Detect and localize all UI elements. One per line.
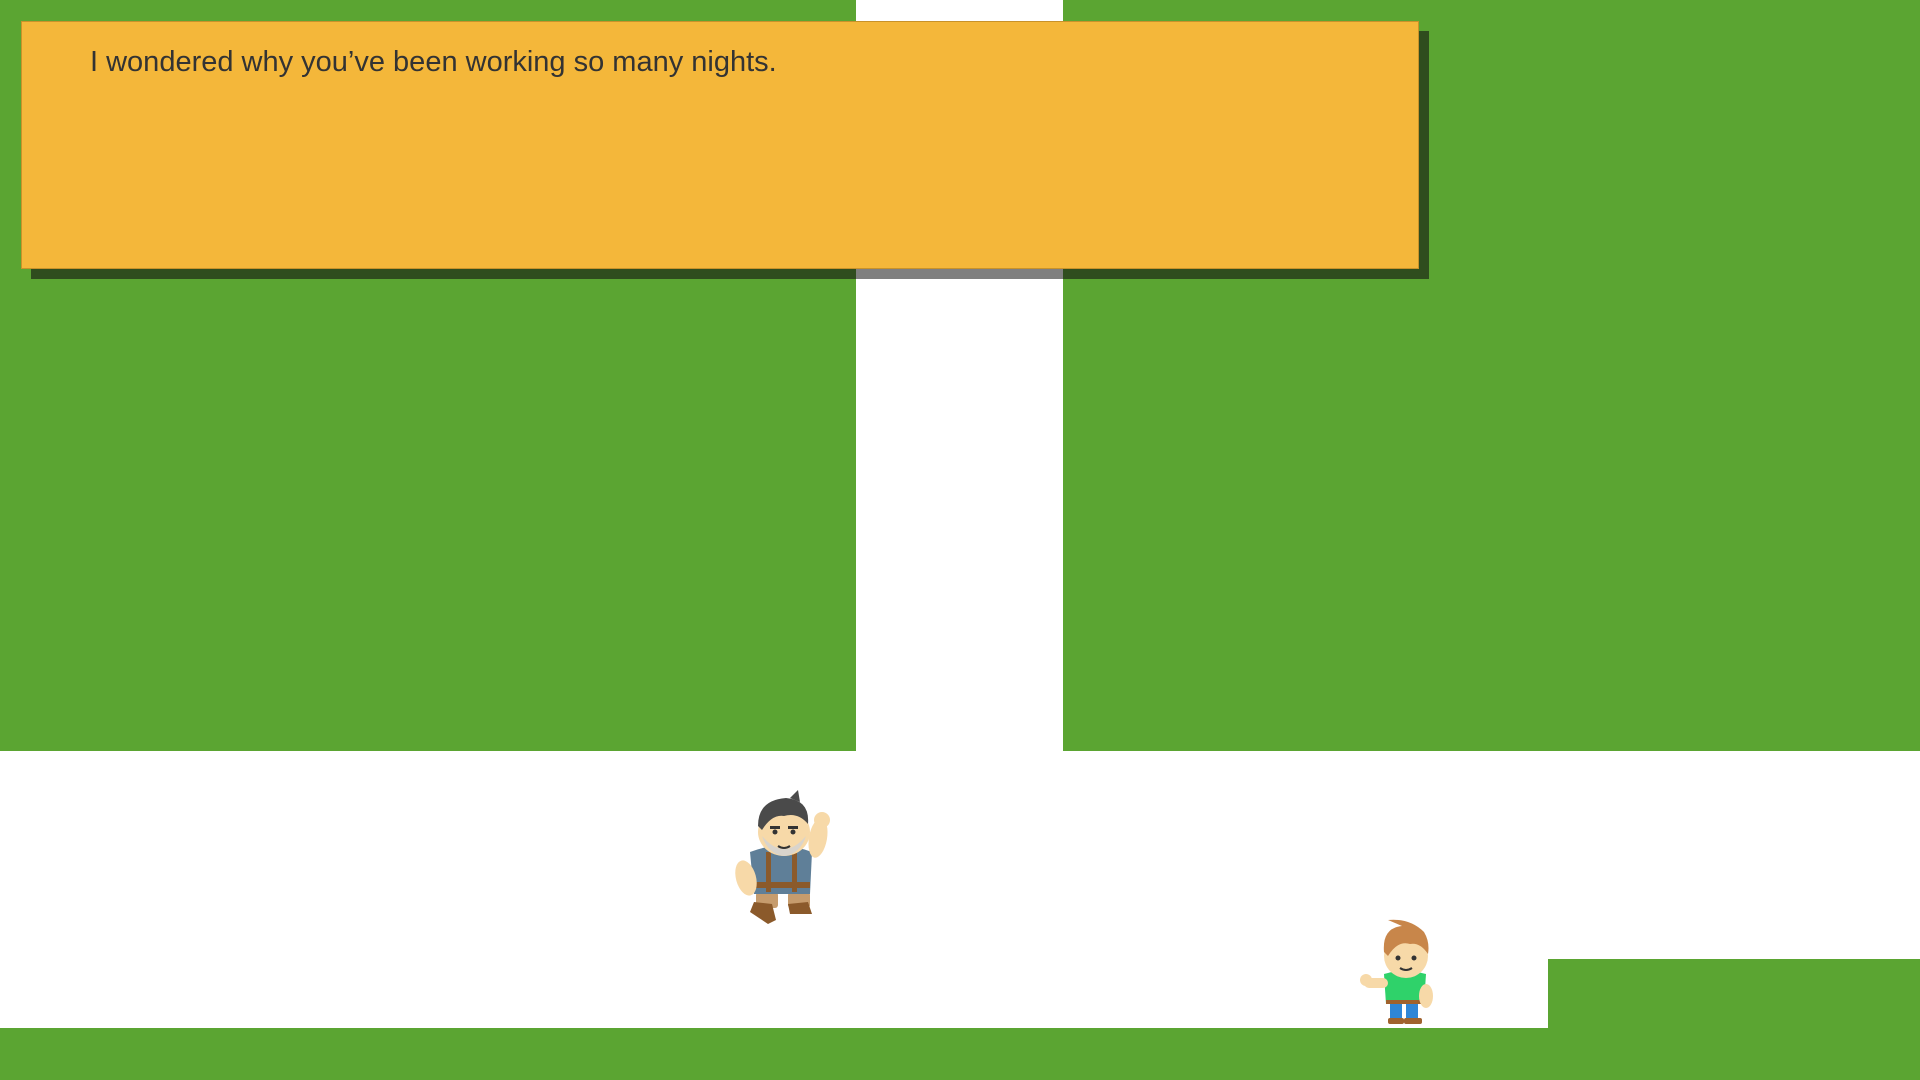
dialog-shadow-on-path bbox=[856, 268, 1063, 279]
dialog-text: I wondered why you’ve been working so ma… bbox=[90, 46, 777, 78]
boy-sprite[interactable] bbox=[1358, 918, 1448, 1028]
grass-bottom-right bbox=[1548, 959, 1920, 1080]
dialog-box[interactable]: I wondered why you’ve been working so ma… bbox=[21, 21, 1419, 269]
bearded-man-sprite[interactable] bbox=[728, 790, 838, 930]
